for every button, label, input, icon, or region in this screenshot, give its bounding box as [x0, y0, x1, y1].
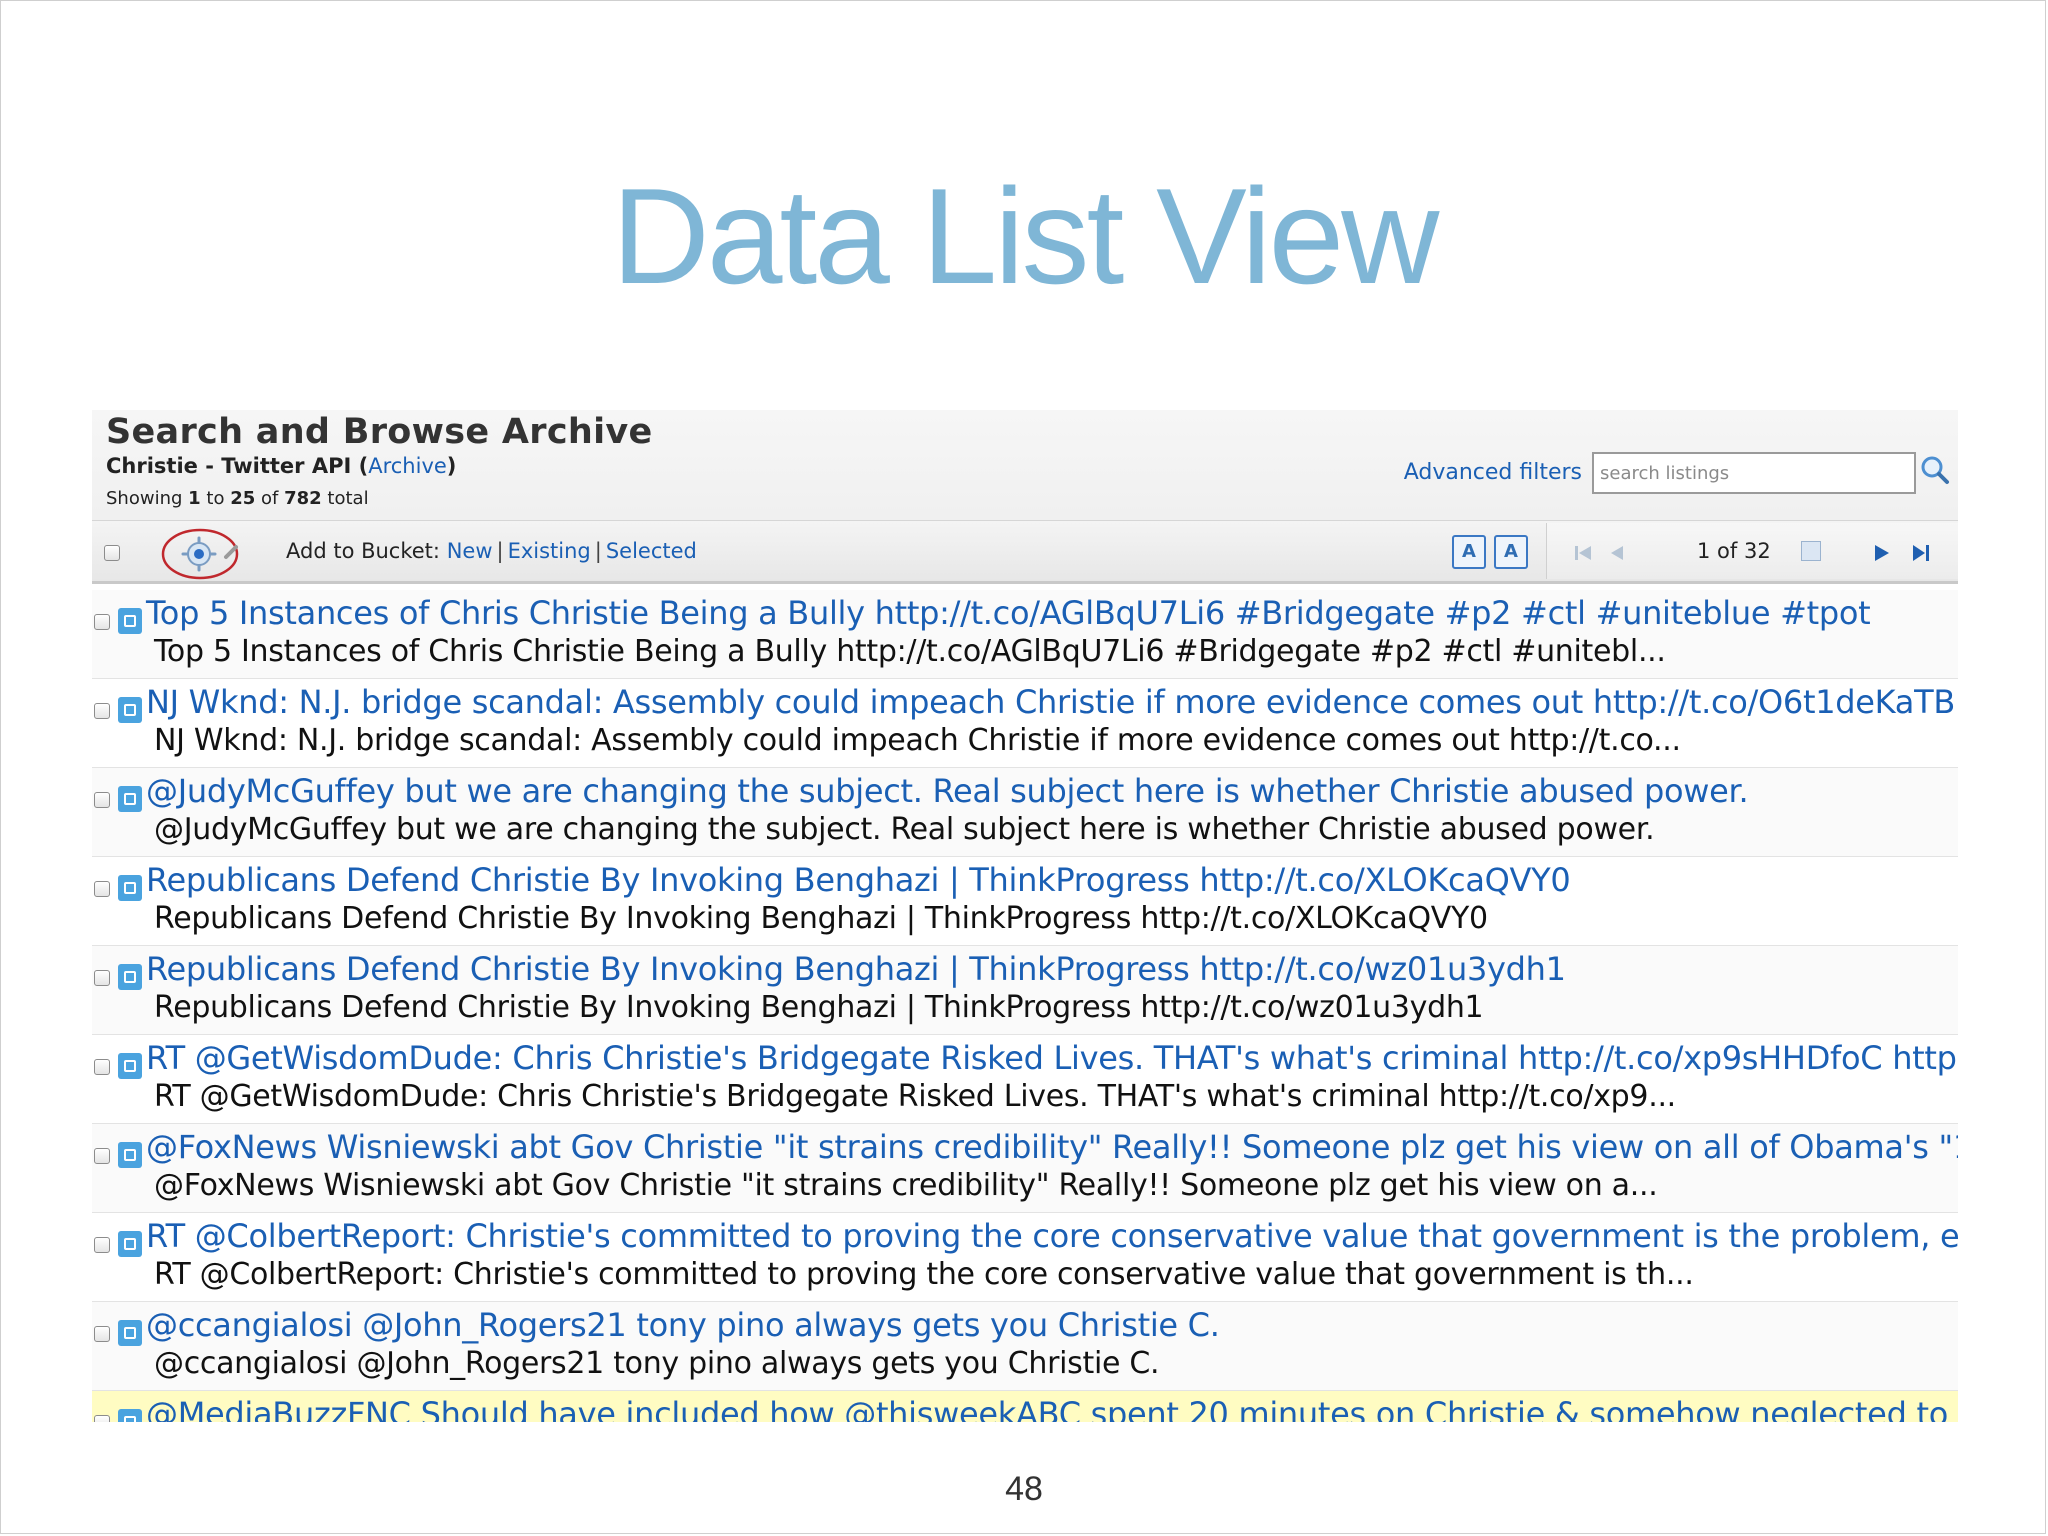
twitter-icon	[118, 1142, 142, 1168]
page-indicator: 1 of 32	[1697, 539, 1771, 563]
list-item[interactable]: Republicans Defend Christie By Invoking …	[92, 857, 1958, 946]
result-count: Showing 1 to 25 of 782 total	[106, 488, 369, 509]
showing-of-word: of	[261, 488, 279, 509]
row-title-link[interactable]: @JudyMcGuffey but we are changing the su…	[146, 772, 1749, 810]
bucket-new-link[interactable]: New	[447, 539, 493, 563]
font-increase-button[interactable]: A	[1494, 535, 1528, 569]
row-checkbox[interactable]	[94, 970, 110, 986]
list-item[interactable]: @ccangialosi @John_Rogers21 tony pino al…	[92, 1302, 1958, 1391]
row-snippet: Republicans Defend Christie By Invoking …	[154, 901, 1488, 936]
separator: |	[594, 539, 602, 563]
app-header: Search and Browse Archive Christie - Twi…	[92, 410, 1958, 520]
archive-app: Search and Browse Archive Christie - Twi…	[92, 410, 1958, 1422]
row-title-link[interactable]: Top 5 Instances of Chris Christie Being …	[146, 594, 1871, 632]
row-title-link[interactable]: NJ Wknd: N.J. bridge scandal: Assembly c…	[146, 683, 1958, 721]
row-checkbox[interactable]	[94, 1326, 110, 1342]
showing-total: 782	[284, 488, 322, 509]
row-snippet: @ccangialosi @John_Rogers21 tony pino al…	[154, 1346, 1160, 1381]
row-snippet: Top 5 Instances of Chris Christie Being …	[154, 634, 1666, 669]
twitter-icon	[118, 964, 142, 990]
collection-label: Christie - Twitter API	[106, 454, 352, 478]
twitter-icon	[118, 786, 142, 812]
gear-icon[interactable]	[160, 527, 240, 581]
search-input[interactable]	[1592, 452, 1916, 494]
row-snippet: RT @ColbertReport: Christie's committed …	[154, 1257, 1694, 1292]
row-title-link[interactable]: @FoxNews Wisniewski abt Gov Christie "it…	[146, 1128, 1958, 1166]
showing-suffix: total	[327, 488, 369, 509]
row-title-link[interactable]: Republicans Defend Christie By Invoking …	[146, 950, 1566, 988]
search-icon[interactable]	[1920, 454, 1950, 488]
row-title-link[interactable]: Republicans Defend Christie By Invoking …	[146, 861, 1571, 899]
separator: |	[496, 539, 504, 563]
advanced-filters-link[interactable]: Advanced filters	[1404, 460, 1582, 485]
add-to-bucket: Add to Bucket: New | Existing | Selected	[286, 539, 697, 563]
twitter-icon	[118, 1320, 142, 1346]
row-checkbox[interactable]	[94, 1148, 110, 1164]
row-title-link[interactable]: RT @ColbertReport: Christie's committed …	[146, 1217, 1958, 1255]
showing-to: 25	[230, 488, 256, 509]
bucket-existing-link[interactable]: Existing	[508, 539, 591, 563]
results-list: Top 5 Instances of Chris Christie Being …	[92, 590, 1958, 1422]
last-page-icon[interactable]	[1907, 539, 1935, 567]
twitter-icon	[118, 1231, 142, 1257]
row-checkbox[interactable]	[94, 881, 110, 897]
select-all-checkbox[interactable]	[104, 545, 120, 561]
row-title-link[interactable]: @MediaBuzzFNC Should have included how @…	[146, 1395, 1958, 1422]
archive-link[interactable]: Archive	[368, 454, 447, 478]
first-page-icon[interactable]	[1569, 539, 1597, 567]
row-title-link[interactable]: RT @GetWisdomDude: Chris Christie's Brid…	[146, 1039, 1958, 1077]
page-jump-button[interactable]	[1801, 541, 1821, 561]
page-number: 48	[1005, 1470, 1043, 1508]
list-item[interactable]: @JudyMcGuffey but we are changing the su…	[92, 768, 1958, 857]
showing-from: 1	[188, 488, 201, 509]
add-to-bucket-label: Add to Bucket:	[286, 539, 440, 563]
showing-prefix: Showing	[106, 488, 183, 509]
row-snippet: NJ Wknd: N.J. bridge scandal: Assembly c…	[154, 723, 1681, 758]
row-checkbox[interactable]	[94, 792, 110, 808]
pager: 1 of 32	[1546, 523, 1958, 579]
slide-title: Data List View	[611, 160, 1440, 312]
twitter-icon	[118, 1053, 142, 1079]
toolbar: Add to Bucket: New | Existing | Selected A A…	[92, 520, 1958, 584]
next-page-icon[interactable]	[1867, 539, 1895, 567]
row-checkbox[interactable]	[94, 614, 110, 630]
paren-open: (	[358, 454, 369, 478]
font-decrease-button[interactable]: A	[1452, 535, 1486, 569]
twitter-icon	[118, 1409, 142, 1422]
row-checkbox[interactable]	[94, 703, 110, 719]
row-snippet: Republicans Defend Christie By Invoking …	[154, 990, 1484, 1025]
list-item[interactable]: Top 5 Instances of Chris Christie Being …	[92, 590, 1958, 679]
row-snippet: @FoxNews Wisniewski abt Gov Christie "it…	[154, 1168, 1658, 1203]
twitter-icon	[118, 608, 142, 634]
row-snippet: RT @GetWisdomDude: Chris Christie's Brid…	[154, 1079, 1676, 1114]
list-item[interactable]: RT @ColbertReport: Christie's committed …	[92, 1213, 1958, 1302]
bucket-selected-link[interactable]: Selected	[606, 539, 697, 563]
list-item[interactable]: RT @GetWisdomDude: Chris Christie's Brid…	[92, 1035, 1958, 1124]
collection-name: Christie - Twitter API (Archive)	[106, 454, 456, 478]
list-item[interactable]: @MediaBuzzFNC Should have included how @…	[92, 1391, 1958, 1422]
showing-to-word: to	[206, 488, 225, 509]
page-title: Search and Browse Archive	[106, 412, 653, 452]
row-checkbox[interactable]	[94, 1059, 110, 1075]
paren-close: )	[446, 454, 457, 478]
list-item[interactable]: Republicans Defend Christie By Invoking …	[92, 946, 1958, 1035]
row-checkbox[interactable]	[94, 1415, 110, 1422]
prev-page-icon[interactable]	[1603, 539, 1631, 567]
twitter-icon	[118, 875, 142, 901]
twitter-icon	[118, 697, 142, 723]
row-title-link[interactable]: @ccangialosi @John_Rogers21 tony pino al…	[146, 1306, 1220, 1344]
list-item[interactable]: NJ Wknd: N.J. bridge scandal: Assembly c…	[92, 679, 1958, 768]
list-item[interactable]: @FoxNews Wisniewski abt Gov Christie "it…	[92, 1124, 1958, 1213]
row-checkbox[interactable]	[94, 1237, 110, 1253]
row-snippet: @JudyMcGuffey but we are changing the su…	[154, 812, 1655, 847]
